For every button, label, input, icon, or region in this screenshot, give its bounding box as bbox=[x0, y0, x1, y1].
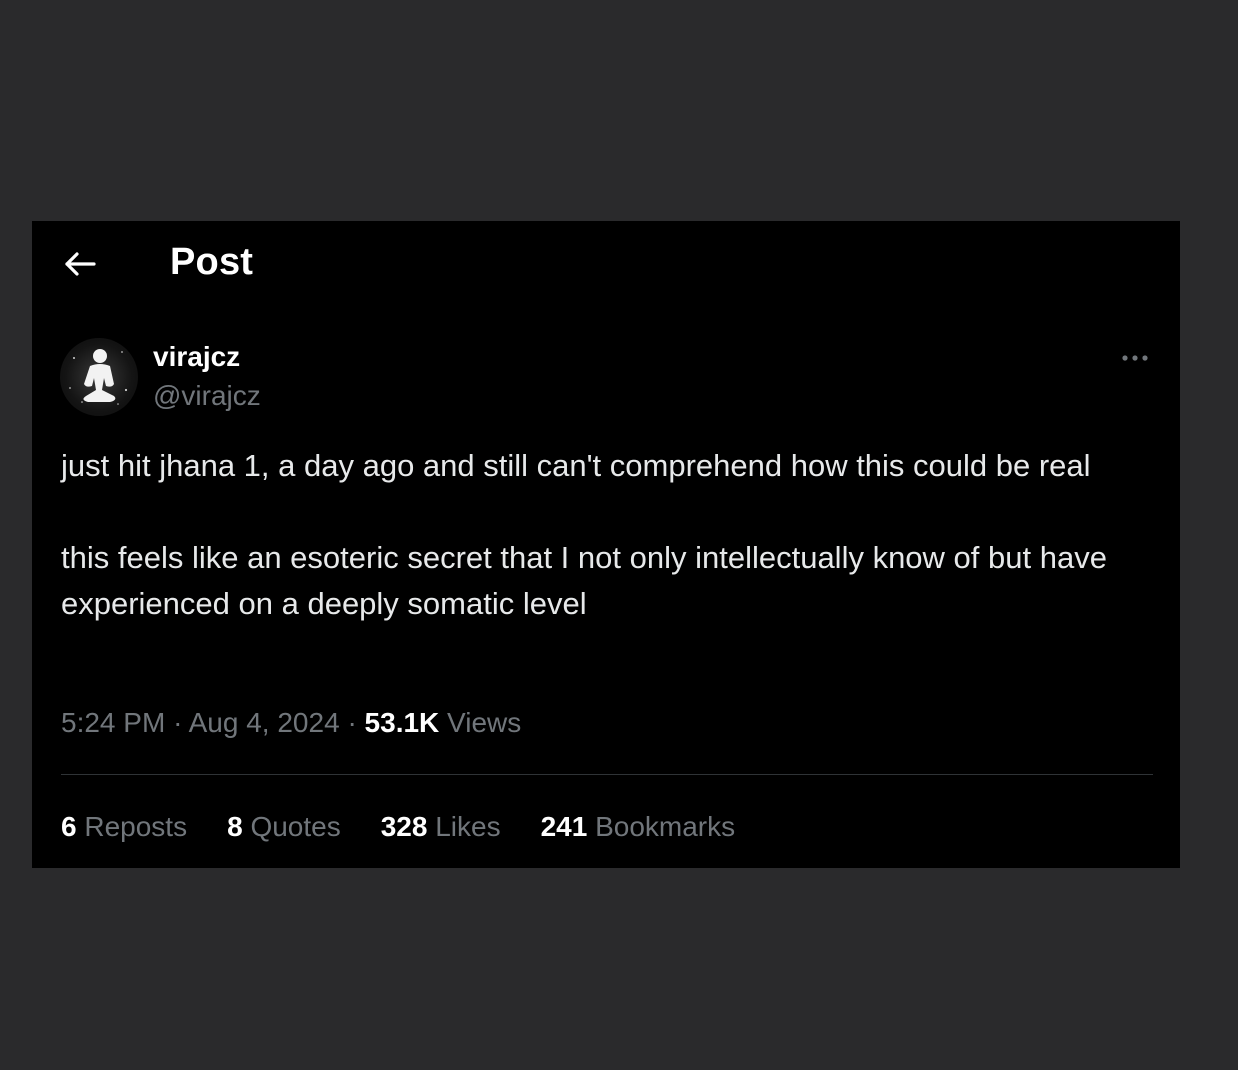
avatar[interactable] bbox=[60, 338, 138, 416]
bookmarks-count: 241 bbox=[540, 811, 588, 842]
likes-count: 328 bbox=[380, 811, 428, 842]
post-panel: Post virajcz @virajcz just hit jhana 1, … bbox=[32, 221, 1180, 868]
author-handle[interactable]: @virajcz bbox=[153, 380, 261, 412]
likes-stat[interactable]: 328 Likes bbox=[381, 811, 501, 843]
more-horizontal-icon bbox=[1122, 355, 1148, 361]
quotes-stat[interactable]: 8 Quotes bbox=[227, 811, 341, 843]
views-count: 53.1K bbox=[364, 707, 440, 738]
page-title: Post bbox=[170, 241, 254, 283]
arrow-left-icon bbox=[65, 252, 96, 276]
reposts-label: Reposts bbox=[84, 811, 188, 842]
meta-separator: · bbox=[173, 707, 183, 738]
reposts-count: 6 bbox=[61, 811, 77, 842]
engagement-stats: 6 Reposts 8 Quotes 328 Likes 241 Bookmar… bbox=[61, 811, 775, 843]
likes-label: Likes bbox=[435, 811, 501, 842]
quotes-count: 8 bbox=[227, 811, 243, 842]
tweet-time[interactable]: 5:24 PM bbox=[61, 707, 165, 738]
tweet-meta: 5:24 PM · Aug 4, 2024 · 53.1K Views bbox=[61, 707, 521, 739]
more-options-button[interactable] bbox=[1116, 345, 1156, 371]
reposts-stat[interactable]: 6 Reposts bbox=[61, 811, 187, 843]
back-button[interactable] bbox=[62, 248, 98, 280]
author-display-name[interactable]: virajcz bbox=[153, 341, 240, 373]
divider bbox=[61, 774, 1153, 775]
meditating-figure-icon bbox=[69, 349, 128, 405]
tweet-text: just hit jhana 1, a day ago and still ca… bbox=[61, 448, 1107, 621]
bookmarks-label: Bookmarks bbox=[595, 811, 736, 842]
views-label: Views bbox=[447, 707, 522, 738]
tweet-date[interactable]: Aug 4, 2024 bbox=[189, 707, 340, 738]
bookmarks-stat[interactable]: 241 Bookmarks bbox=[541, 811, 736, 843]
quotes-label: Quotes bbox=[250, 811, 341, 842]
meta-separator: · bbox=[347, 707, 357, 738]
